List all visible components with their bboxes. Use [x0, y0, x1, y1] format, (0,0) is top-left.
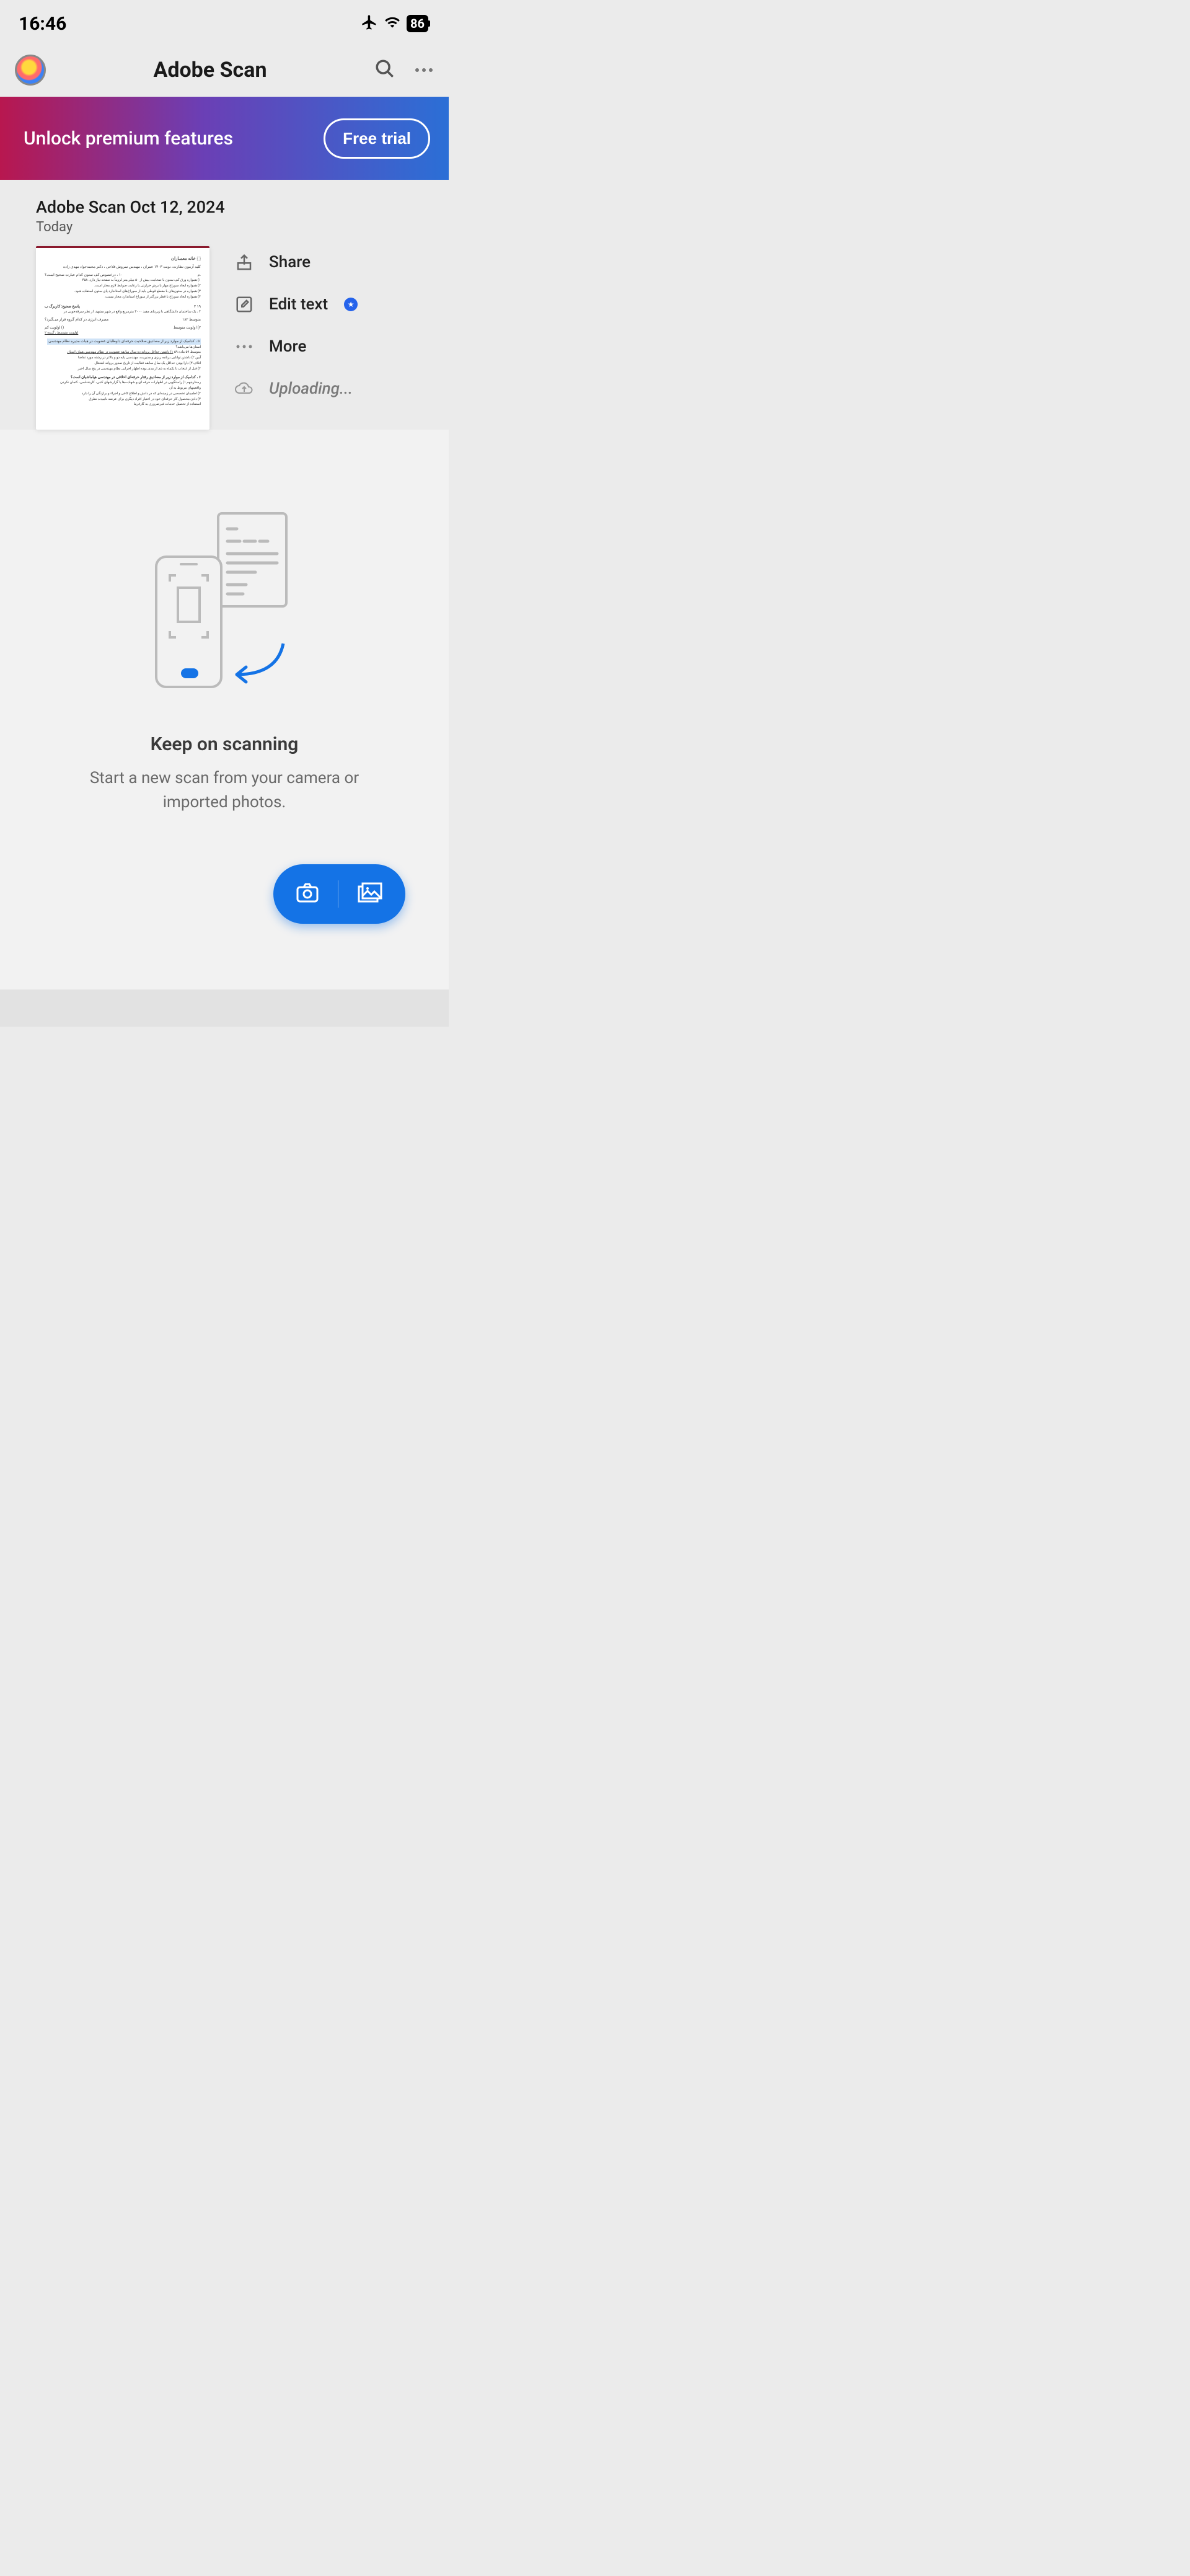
- app-bar: Adobe Scan: [0, 43, 449, 97]
- premium-star-icon: ★: [344, 298, 358, 311]
- status-icons: 86: [361, 14, 430, 33]
- airplane-mode-icon: [361, 14, 378, 33]
- empty-state: Keep on scanning Start a new scan from y…: [0, 430, 449, 989]
- edit-icon: [234, 294, 254, 314]
- status-time: 16:46: [19, 13, 66, 35]
- empty-state-title: Keep on scanning: [25, 733, 424, 755]
- search-icon[interactable]: [374, 58, 395, 82]
- empty-state-subtitle: Start a new scan from your camera or imp…: [63, 766, 386, 815]
- cloud-upload-icon: [234, 379, 254, 399]
- premium-banner-text: Unlock premium features: [24, 128, 233, 149]
- premium-banner: Unlock premium features Free trial: [0, 97, 449, 180]
- document-date: Today: [36, 219, 449, 235]
- scan-fab-container: [25, 815, 424, 952]
- app-title: Adobe Scan: [46, 58, 374, 82]
- import-photo-button[interactable]: [357, 882, 383, 906]
- wifi-icon: [384, 14, 400, 33]
- recent-scans-section: Adobe Scan Oct 12, 2024 Today ⬚ خانه معم…: [0, 180, 449, 430]
- share-button[interactable]: Share: [234, 252, 358, 272]
- status-bar: 16:46 86: [0, 0, 449, 43]
- free-trial-button[interactable]: Free trial: [324, 118, 430, 159]
- camera-scan-button[interactable]: [296, 882, 319, 906]
- share-label: Share: [269, 253, 311, 272]
- edit-text-button[interactable]: Edit text ★: [234, 294, 358, 314]
- upload-status-label: Uploading...: [269, 379, 353, 398]
- user-avatar[interactable]: [15, 55, 46, 86]
- battery-level: 86: [407, 15, 428, 32]
- share-icon: [234, 252, 254, 272]
- bottom-spacer: [0, 989, 449, 1027]
- scan-illustration: [25, 504, 424, 696]
- edit-text-label: Edit text: [269, 295, 328, 314]
- more-label: More: [269, 337, 306, 356]
- document-thumbnail[interactable]: ⬚ خانه معمـاران کلید آزمون نظارت، نوبت ۱…: [36, 246, 209, 430]
- document-title: Adobe Scan Oct 12, 2024: [36, 197, 449, 217]
- battery-indicator: 86: [407, 15, 430, 32]
- more-options-icon[interactable]: [414, 64, 434, 76]
- more-actions-button[interactable]: More: [234, 337, 358, 356]
- upload-status: Uploading...: [234, 379, 358, 399]
- more-horizontal-icon: [234, 337, 254, 356]
